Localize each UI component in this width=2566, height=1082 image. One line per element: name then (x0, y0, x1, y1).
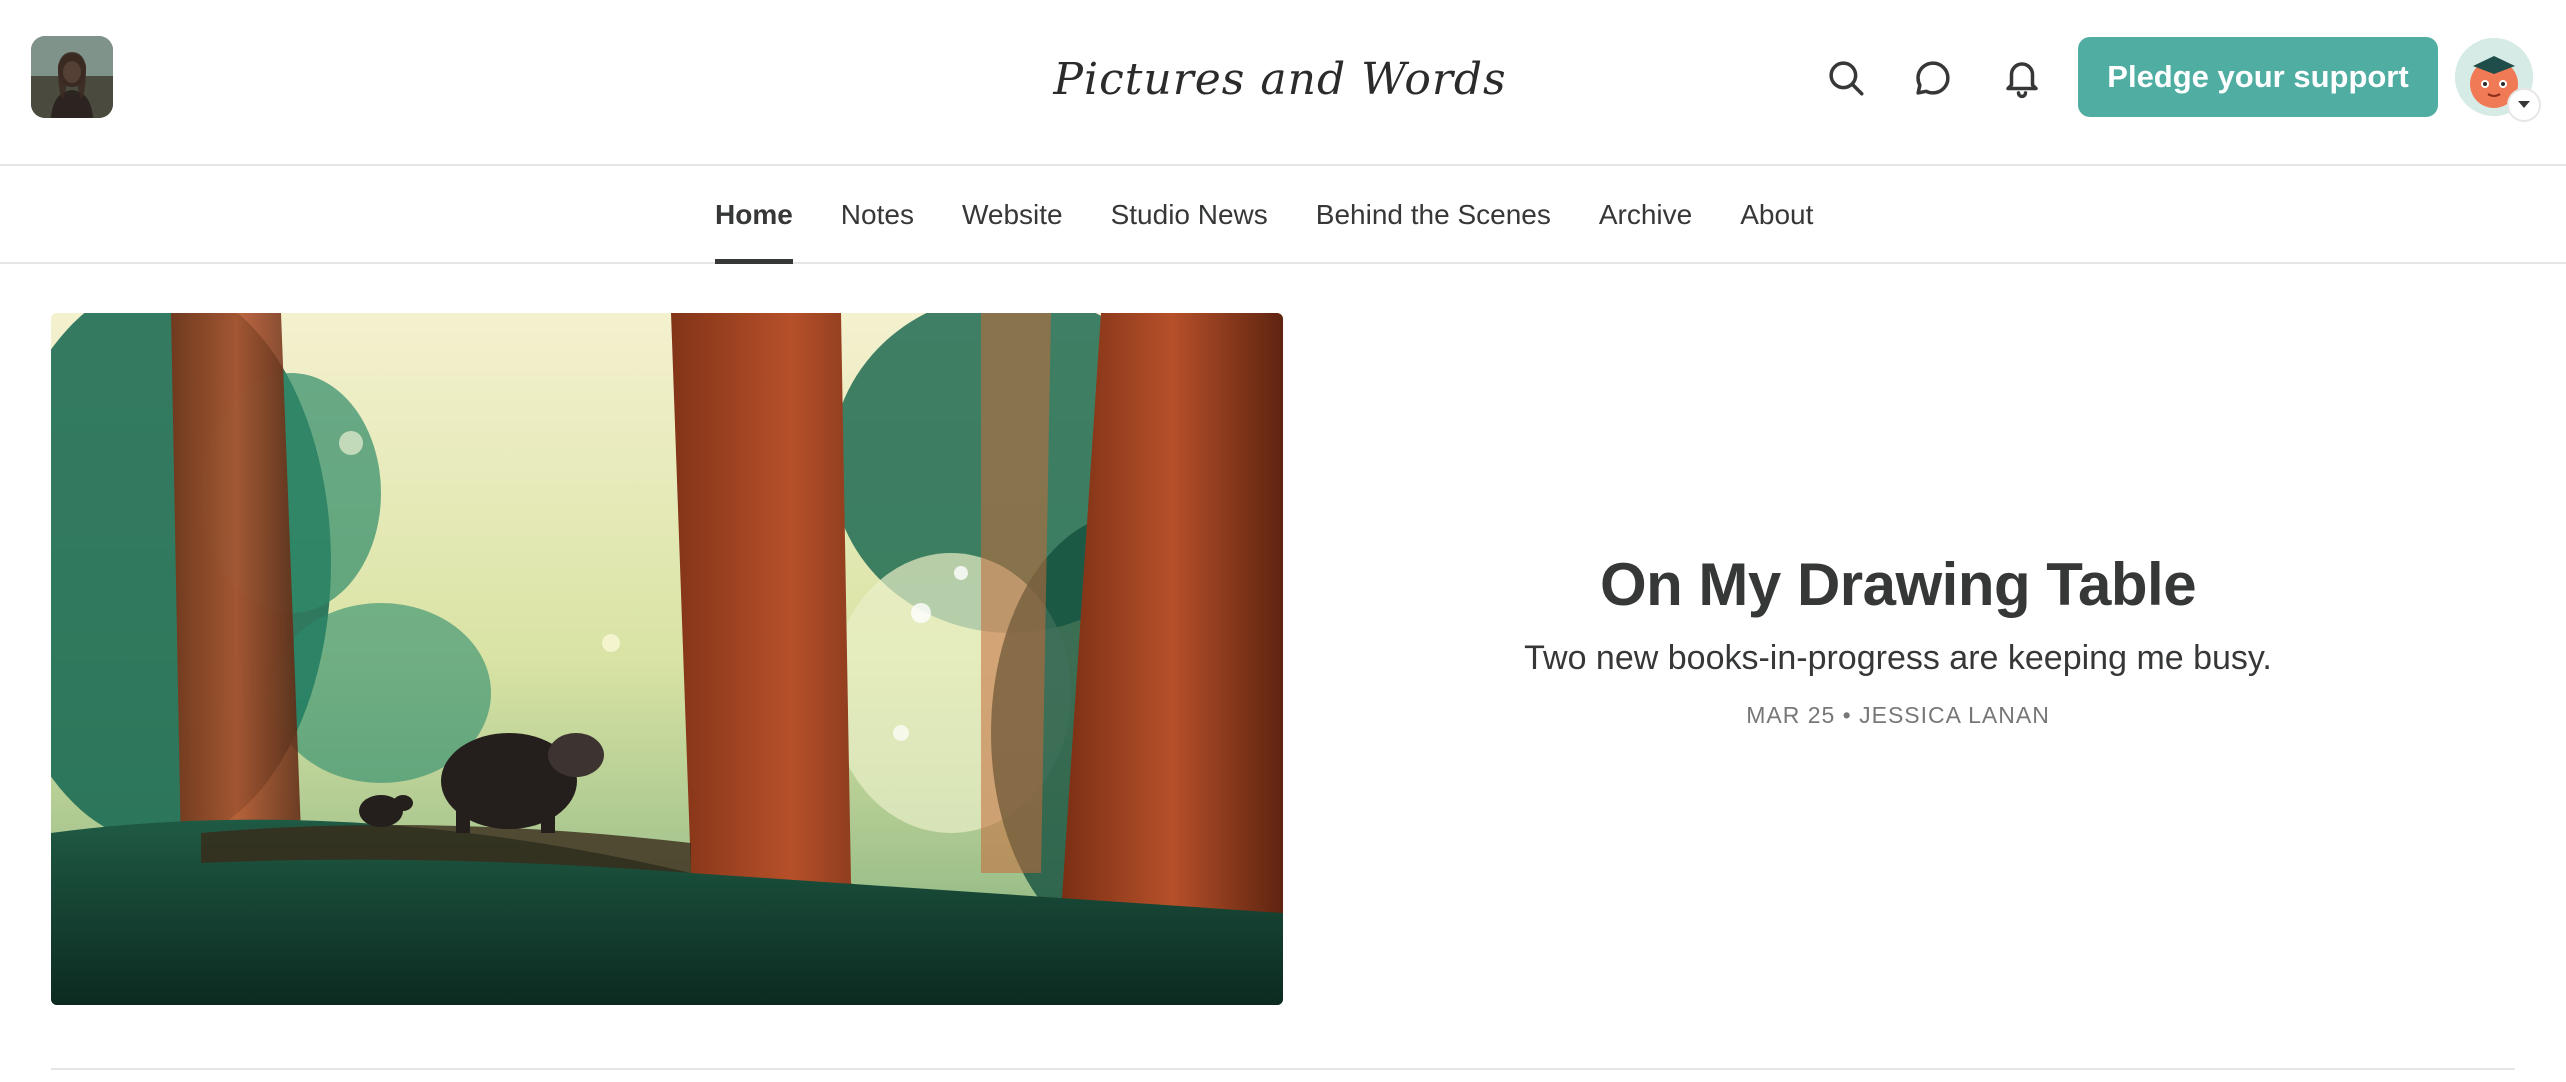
search-icon (1829, 61, 1864, 96)
pledge-support-button[interactable]: Pledge your support (2078, 37, 2438, 117)
featured-post-image[interactable] (51, 313, 1283, 1005)
featured-post-info: On My Drawing Table Two new books-in-pro… (1330, 550, 2466, 729)
chat-icon (1916, 61, 1950, 95)
bell-icon (2006, 62, 2038, 99)
meta-separator: • (1842, 702, 1852, 728)
nav-item-notes[interactable]: Notes (841, 166, 914, 264)
nav-item-home[interactable]: Home (715, 166, 793, 264)
section-divider (51, 1068, 2515, 1070)
search-button[interactable] (1816, 48, 1876, 108)
chat-button[interactable] (1903, 48, 1963, 108)
nav-item-about[interactable]: About (1740, 166, 1813, 264)
nav-item-archive[interactable]: Archive (1599, 166, 1692, 264)
post-meta: MAR 25 • JESSICA LANAN (1330, 702, 2466, 729)
nav-item-studio-news[interactable]: Studio News (1111, 166, 1268, 264)
post-subtitle: Two new books-in-progress are keeping me… (1524, 639, 2272, 677)
chevron-down-icon (2518, 101, 2530, 108)
account-menu-toggle[interactable] (2507, 88, 2541, 122)
site-header: Pictures and Words Pledge your support (0, 0, 2566, 166)
publication-logo[interactable]: Pictures and Words (1053, 34, 1505, 124)
nav-item-behind-the-scenes[interactable]: Behind the Scenes (1316, 166, 1551, 264)
publication-avatar[interactable] (31, 36, 113, 118)
post-date: MAR 25 (1746, 702, 1836, 728)
main-navigation: Home Notes Website Studio News Behind th… (0, 166, 2566, 264)
notifications-button[interactable] (1992, 48, 2052, 108)
nav-item-website[interactable]: Website (962, 166, 1063, 264)
post-author[interactable]: JESSICA LANAN (1859, 702, 2050, 728)
logo-text: Pictures and Words (1053, 53, 1507, 105)
post-title[interactable]: On My Drawing Table (1330, 550, 2466, 619)
